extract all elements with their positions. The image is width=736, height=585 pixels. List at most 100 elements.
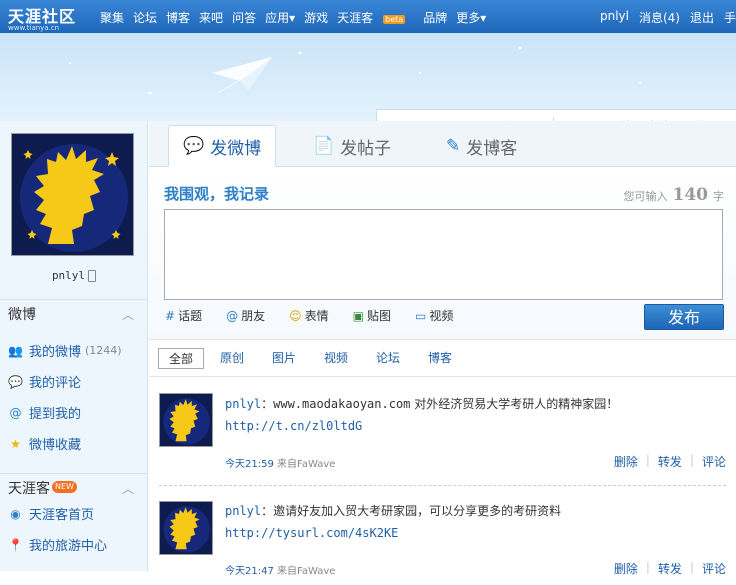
tab-post-blog[interactable]: ✎ 发博客: [446, 125, 517, 167]
sidebar-item-my-weibo[interactable]: 👥 我的微博 (1244): [8, 341, 122, 361]
tianya-logo[interactable]: 天涯社区 www.tianya.cn: [8, 3, 76, 32]
sidebar-item-favorites[interactable]: ★ 微博收藏: [8, 434, 81, 454]
location-pin-icon: 📍: [8, 537, 23, 552]
sidebar-item-my-comments[interactable]: 💬 我的评论: [8, 372, 81, 392]
repost-button[interactable]: 转发: [658, 560, 682, 577]
avatar[interactable]: [159, 393, 213, 447]
feed-meta: 今天21:59 来自FaWave: [225, 459, 336, 470]
filter-original[interactable]: 原创: [220, 349, 244, 366]
filter-all[interactable]: 全部: [158, 348, 205, 369]
banner: 首页 关系▼ 发现▼ 设置 手机 充值 换: [0, 33, 736, 121]
compose-slogan: 我围观，我记录: [164, 185, 270, 203]
feed-link[interactable]: http://tysurl.com/4sK2KE: [225, 526, 398, 540]
people-icon: 👥: [8, 343, 23, 358]
char-remaining: 您可输入 140 字: [623, 185, 725, 205]
smiley-icon: ☺: [289, 308, 302, 323]
filter-video[interactable]: 视频: [324, 349, 348, 366]
nav-tianyake[interactable]: 天涯客 beta: [337, 9, 414, 26]
topic-button[interactable]: # 话题: [165, 307, 214, 324]
user-link[interactable]: pnlyl: [600, 9, 629, 26]
char-remaining-count: 140: [672, 185, 709, 205]
filter-blog[interactable]: 博客: [428, 349, 452, 366]
profile-silhouette-icon: [160, 502, 212, 554]
nav-juji[interactable]: 聚集: [100, 9, 124, 26]
speech-bubble-icon: 💬: [183, 136, 205, 156]
comment-icon: 💬: [8, 374, 23, 389]
feed-time[interactable]: 今天21:47: [225, 566, 274, 577]
sidebar-item-mentions[interactable]: @ 提到我的: [8, 403, 82, 423]
profile-silhouette-icon: [12, 134, 133, 255]
image-button[interactable]: ▣ 贴图: [353, 307, 403, 324]
weibo-count: (1244): [85, 344, 122, 357]
feed-actions: 删除 | 转发 | 评论: [613, 453, 726, 470]
feed-text: pnlyl：邀请好友加入贸大考研家园，可以分享更多的考研资料 http://ty…: [225, 504, 562, 540]
video-icon: ▭: [414, 308, 427, 323]
sidebar-username[interactable]: pnlyl: [0, 269, 148, 282]
nav-luntan[interactable]: 论坛: [133, 9, 157, 26]
sidebar-item-tyk-home[interactable]: ◉ 天涯客首页: [8, 504, 94, 524]
edit-icon: ✎: [446, 136, 461, 156]
collapse-icon[interactable]: ︿: [122, 474, 134, 504]
top-right: pnlyl 消息(4) 退出 手: [590, 9, 736, 26]
main-content: 💬 发微博 📄 发帖子 ✎ 发博客 我围观，我记录 您可输入 140 字 # 话题 @ 朋友 …: [149, 121, 736, 577]
feed-item: pnlyl：邀请好友加入贸大考研家园，可以分享更多的考研资料 http://ty…: [149, 495, 736, 585]
sidebar-item-travel-center[interactable]: 📍 我的旅游中心: [8, 535, 107, 555]
globe-icon: ◉: [10, 506, 21, 521]
nav-boke[interactable]: 博客: [166, 9, 190, 26]
feed-meta: 今天21:47 来自FaWave: [225, 566, 336, 577]
main-nav: 首页 关系▼ 发现▼ 设置 手机 充值 换: [376, 109, 736, 121]
collapse-icon[interactable]: ︿: [122, 300, 134, 330]
nav-yingyong[interactable]: 应用▾: [265, 9, 295, 26]
comment-button[interactable]: 评论: [702, 453, 726, 470]
weibo-textarea[interactable]: [164, 209, 723, 300]
avatar[interactable]: [159, 501, 213, 555]
top-nav: 聚集 论坛 博客 来吧 问答 应用▾ 游戏 天涯客 beta 品牌 更多▾: [100, 9, 495, 26]
new-badge: NEW: [52, 481, 77, 493]
logout-link[interactable]: 退出: [690, 9, 714, 26]
nav-youxi[interactable]: 游戏: [304, 9, 328, 26]
filter-images[interactable]: 图片: [272, 349, 296, 366]
emoticon-button[interactable]: ☺ 表情: [289, 307, 341, 324]
hashtag-icon: #: [165, 308, 176, 323]
delete-button[interactable]: 删除: [614, 560, 638, 577]
profile-silhouette-icon: [160, 394, 212, 446]
compose-tabs: 💬 发微博 📄 发帖子 ✎ 发博客: [149, 121, 736, 167]
friend-button[interactable]: @ 朋友: [226, 307, 277, 324]
sidebar-section-tianyake[interactable]: 天涯客 NEW ︿: [0, 473, 148, 503]
messages-link[interactable]: 消息(4): [639, 9, 680, 26]
publish-button[interactable]: 发布: [644, 304, 724, 330]
top-bar: 天涯社区 www.tianya.cn 聚集 论坛 博客 来吧 问答 应用▾ 游戏…: [0, 0, 736, 33]
feed-item: pnlyl：www.maodakaoyan.com 对外经济贸易大学考研人的精神…: [149, 387, 736, 497]
tab-post-weibo[interactable]: 💬 发微博: [168, 125, 277, 167]
feed-link[interactable]: http://t.cn/zl0ltdG: [225, 419, 362, 433]
feed-time[interactable]: 今天21:59: [225, 459, 274, 470]
nav-pinpai[interactable]: 品牌: [423, 9, 447, 26]
document-icon: 📄: [313, 136, 335, 156]
filter-forum[interactable]: 论坛: [376, 349, 400, 366]
nav-more[interactable]: 更多▾: [456, 9, 486, 26]
avatar[interactable]: [11, 133, 134, 256]
feed-text: pnlyl：www.maodakaoyan.com 对外经济贸易大学考研人的精神…: [225, 397, 619, 433]
at-icon: @: [9, 405, 22, 420]
sidebar-section-weibo[interactable]: 微博 ︿: [0, 299, 148, 329]
sidebar: pnlyl 微博 ︿ 👥 我的微博 (1244) 💬 我的评论 @ 提到我的 ★…: [0, 121, 148, 571]
star-icon: ★: [10, 436, 21, 451]
delete-button[interactable]: 删除: [614, 453, 638, 470]
feed-user[interactable]: pnlyl: [225, 504, 261, 518]
nav-wenda[interactable]: 问答: [232, 9, 256, 26]
feed-actions: 删除 | 转发 | 评论: [613, 560, 726, 577]
divider: [159, 485, 726, 486]
comment-button[interactable]: 评论: [702, 560, 726, 577]
compose-box: 我围观，我记录 您可输入 140 字 # 话题 @ 朋友 ☺ 表情 ▣ 贴图 ▭ 视频 发布: [149, 167, 736, 339]
cut-off-link[interactable]: 手: [724, 9, 736, 26]
stars-decoration: [69, 46, 641, 95]
video-button[interactable]: ▭ 视频: [415, 307, 465, 324]
at-icon: @: [226, 308, 239, 323]
tab-post-thread[interactable]: 📄 发帖子: [313, 125, 391, 167]
feed-user[interactable]: pnlyl: [225, 397, 261, 411]
picture-icon: ▣: [352, 308, 364, 323]
beta-badge: beta: [383, 15, 406, 24]
compose-tools: # 话题 @ 朋友 ☺ 表情 ▣ 贴图 ▭ 视频: [165, 307, 477, 324]
repost-button[interactable]: 转发: [658, 453, 682, 470]
nav-laiba[interactable]: 来吧: [199, 9, 223, 26]
